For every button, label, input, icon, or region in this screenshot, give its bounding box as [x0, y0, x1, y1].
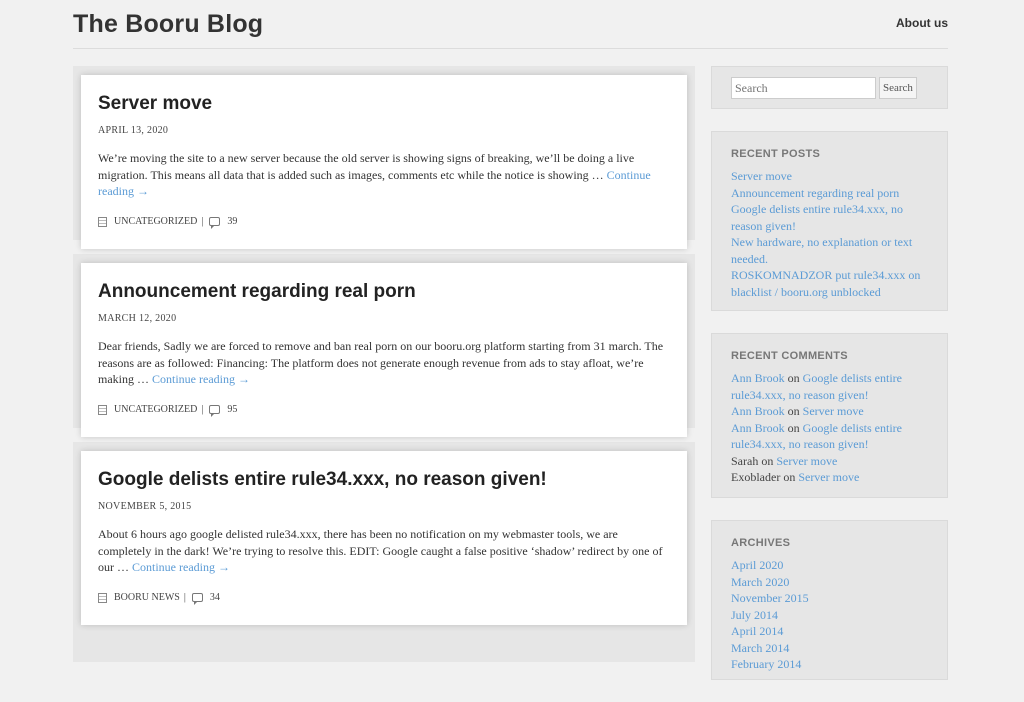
post-date[interactable]: March 12, 2020	[98, 313, 671, 324]
continue-reading-link[interactable]: Continue reading →	[152, 372, 250, 386]
list-item: New hardware, no explanation or text nee…	[731, 234, 928, 267]
post-excerpt: We’re moving the site to a new server be…	[98, 150, 671, 200]
comment-author: Exoblader	[731, 470, 781, 484]
list-item: ROSKOMNADZOR put rule34.xxx on blacklist…	[731, 267, 928, 300]
recent-post-link[interactable]: Server move	[731, 169, 792, 183]
meta-separator: |	[201, 216, 204, 227]
comment-author-link[interactable]: Ann Brook	[731, 404, 785, 418]
recent-posts-title: Recent Posts	[731, 148, 821, 160]
recent-post-link[interactable]: ROSKOMNADZOR put rule34.xxx on blacklist…	[731, 268, 920, 299]
comment-author-link[interactable]: Ann Brook	[731, 371, 785, 385]
list-item: Sarah on Server move	[731, 453, 928, 470]
post-title[interactable]: Server move	[98, 93, 671, 115]
document-icon	[98, 592, 107, 603]
meta-separator: |	[183, 592, 186, 603]
recent-post-link[interactable]: Announcement regarding real porn	[731, 186, 899, 200]
post-card: Announcement regarding real porn March 1…	[81, 263, 687, 437]
post-wrapper: Announcement regarding real porn March 1…	[73, 254, 695, 437]
archives-list: April 2020 March 2020 November 2015 July…	[731, 557, 928, 673]
post-meta: Booru News | 34	[98, 592, 220, 605]
archive-link[interactable]: July 2014	[731, 608, 778, 622]
list-item: Ann Brook on Google delists entire rule3…	[731, 370, 928, 403]
search-button[interactable]: Search	[879, 77, 917, 99]
list-item: April 2020	[731, 557, 928, 574]
comment-on-text: on	[787, 420, 800, 435]
post-category-link[interactable]: Uncategorized	[114, 404, 197, 415]
speech-bubble-icon	[209, 217, 221, 229]
post-title[interactable]: Announcement regarding real porn	[98, 281, 671, 303]
post-category-link[interactable]: Booru News	[114, 592, 180, 603]
comment-on-text: on	[761, 453, 774, 468]
comment-author: Sarah	[731, 453, 759, 468]
archive-link[interactable]: April 2020	[731, 558, 783, 572]
comment-post-link[interactable]: Server move	[803, 404, 864, 418]
speech-bubble-icon	[191, 593, 203, 605]
comment-on-text: on	[783, 470, 796, 484]
list-item: Ann Brook on Google delists entire rule3…	[731, 420, 928, 453]
post-meta: Uncategorized | 39	[98, 216, 237, 229]
list-item: April 2014	[731, 623, 928, 640]
document-icon	[98, 404, 107, 415]
list-item: November 2015	[731, 590, 928, 607]
comment-on-text: on	[787, 404, 800, 418]
post-list: Server move April 13, 2020 We’re moving …	[73, 66, 695, 676]
post-date[interactable]: November 5, 2015	[98, 501, 671, 512]
comment-on-text: on	[787, 371, 800, 385]
archives-widget: Archives April 2020 March 2020 November …	[711, 520, 948, 680]
list-item: February 2014	[731, 656, 928, 673]
comment-author-link[interactable]: Ann Brook	[731, 421, 785, 435]
archive-link[interactable]: March 2014	[731, 641, 789, 655]
search-input[interactable]	[731, 77, 876, 99]
recent-posts-widget: Recent Posts Server move Announcement re…	[711, 131, 948, 311]
archive-link[interactable]: November 2015	[731, 591, 809, 605]
recent-post-link[interactable]: Google delists entire rule34.xxx, no rea…	[731, 202, 903, 233]
nav-about-us[interactable]: About us	[896, 16, 948, 30]
post-excerpt: About 6 hours ago google delisted rule34…	[98, 526, 671, 576]
post-title[interactable]: Google delists entire rule34.xxx, no rea…	[98, 469, 671, 491]
list-item: March 2014	[731, 640, 928, 657]
post-card: Google delists entire rule34.xxx, no rea…	[81, 451, 687, 625]
post-category-link[interactable]: Uncategorized	[114, 216, 197, 227]
document-icon	[98, 216, 107, 227]
post-wrapper: Server move April 13, 2020 We’re moving …	[73, 66, 695, 249]
list-item: Google delists entire rule34.xxx, no rea…	[731, 201, 928, 234]
archive-link[interactable]: March 2020	[731, 575, 789, 589]
search-widget: Search	[711, 66, 948, 109]
archive-link[interactable]: February 2014	[731, 657, 801, 671]
list-item: Exoblader on Server move	[731, 469, 928, 486]
list-item: March 2020	[731, 574, 928, 591]
sidebar: Search Recent Posts Server move Announce…	[711, 66, 948, 702]
post-card: Server move April 13, 2020 We’re moving …	[81, 75, 687, 249]
recent-posts-list: Server move Announcement regarding real …	[731, 168, 928, 300]
continue-reading-link[interactable]: Continue reading →	[132, 560, 230, 574]
post-excerpt-text: We’re moving the site to a new server be…	[98, 151, 635, 182]
archive-link[interactable]: April 2014	[731, 624, 783, 638]
list-item: Server move	[731, 168, 928, 185]
recent-post-link[interactable]: New hardware, no explanation or text nee…	[731, 235, 912, 266]
meta-separator: |	[201, 404, 204, 415]
recent-comments-list: Ann Brook on Google delists entire rule3…	[731, 370, 928, 486]
site-title[interactable]: The Booru Blog	[73, 10, 263, 39]
list-item: Announcement regarding real porn	[731, 185, 928, 202]
post-comments-link[interactable]: 39	[227, 216, 237, 227]
post-comments-link[interactable]: 34	[210, 592, 220, 603]
post-comments-link[interactable]: 95	[227, 404, 237, 415]
archives-title: Archives	[731, 537, 791, 549]
speech-bubble-icon	[209, 405, 221, 417]
recent-comments-widget: Recent Comments Ann Brook on Google deli…	[711, 333, 948, 498]
comment-post-link[interactable]: Server move	[776, 454, 837, 468]
post-meta: Uncategorized | 95	[98, 404, 237, 417]
site-header: The Booru Blog About us	[73, 0, 948, 49]
comment-post-link[interactable]: Server move	[798, 470, 859, 484]
post-wrapper: Google delists entire rule34.xxx, no rea…	[73, 442, 695, 662]
recent-comments-title: Recent Comments	[731, 350, 848, 362]
list-item: July 2014	[731, 607, 928, 624]
list-item: Ann Brook on Server move	[731, 403, 928, 420]
post-date[interactable]: April 13, 2020	[98, 125, 671, 136]
post-excerpt: Dear friends, Sadly we are forced to rem…	[98, 338, 671, 388]
